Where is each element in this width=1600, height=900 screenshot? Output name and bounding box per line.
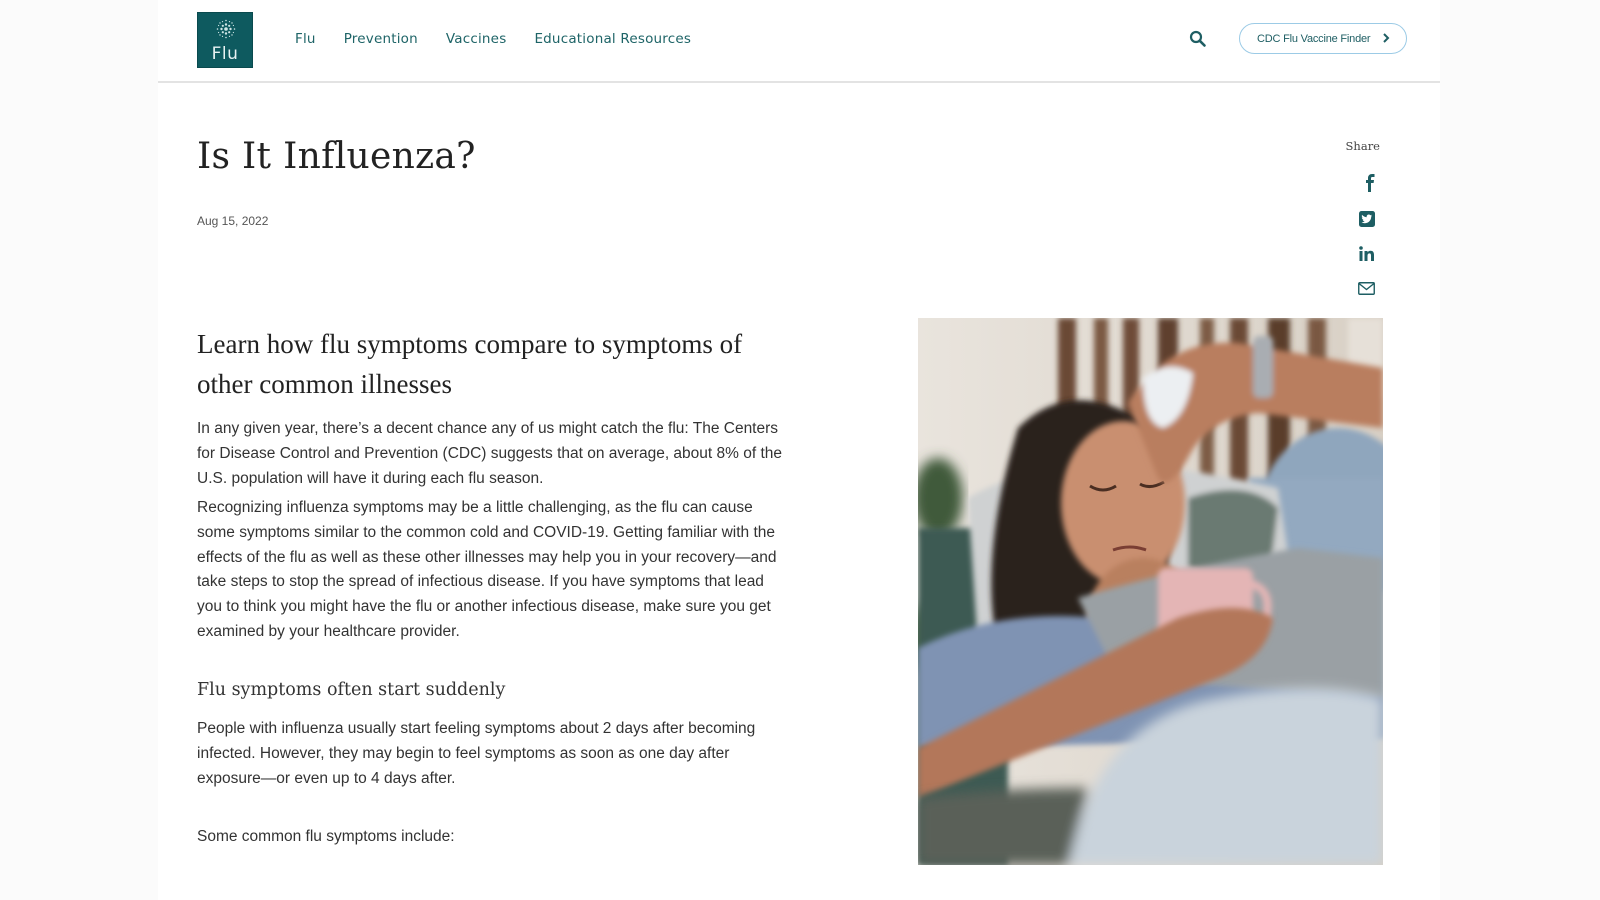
search-icon[interactable] xyxy=(1189,30,1207,48)
chevron-right-icon xyxy=(1383,33,1390,43)
facebook-icon[interactable] xyxy=(1364,174,1376,192)
nav-item-prevention[interactable]: Prevention xyxy=(344,31,418,47)
symptoms-list-intro: Some common flu symptoms include: xyxy=(197,828,455,845)
page-title: Is It Influenza? xyxy=(197,136,476,177)
nav-item-vaccines[interactable]: Vaccines xyxy=(446,31,507,47)
main-nav: Flu Prevention Vaccines Educational Reso… xyxy=(295,31,719,47)
nav-item-flu[interactable]: Flu xyxy=(295,31,316,47)
vaccine-finder-button[interactable]: CDC Flu Vaccine Finder xyxy=(1239,23,1407,54)
share-label: Share xyxy=(1345,139,1380,153)
article-photo xyxy=(918,318,1383,865)
section-paragraph: People with influenza usually start feel… xyxy=(197,720,756,787)
logo-text: Flu xyxy=(211,44,239,64)
intro-paragraph: In any given year, there’s a decent chan… xyxy=(197,420,783,487)
linkedin-icon[interactable] xyxy=(1359,246,1375,261)
share-bar: Share xyxy=(1326,139,1386,153)
body-paragraph: Recognizing influenza symptoms may be a … xyxy=(197,499,777,640)
nav-item-educational-resources[interactable]: Educational Resources xyxy=(534,31,691,47)
vaccine-finder-label: CDC Flu Vaccine Finder xyxy=(1257,32,1371,45)
article-subheading: Learn how flu symptoms compare to sympto… xyxy=(197,329,743,399)
section-heading: Flu symptoms often start suddenly xyxy=(197,680,506,700)
site-header: Flu Flu Prevention Vaccines Educational … xyxy=(158,0,1440,83)
twitter-icon[interactable] xyxy=(1359,211,1375,227)
sick-woman-illustration xyxy=(918,318,1383,865)
flu-logo[interactable]: Flu xyxy=(197,12,253,68)
email-icon[interactable] xyxy=(1358,282,1375,295)
page: Flu Flu Prevention Vaccines Educational … xyxy=(158,0,1440,900)
publish-date: Aug 15, 2022 xyxy=(197,214,269,228)
virus-burst-icon xyxy=(216,19,236,39)
